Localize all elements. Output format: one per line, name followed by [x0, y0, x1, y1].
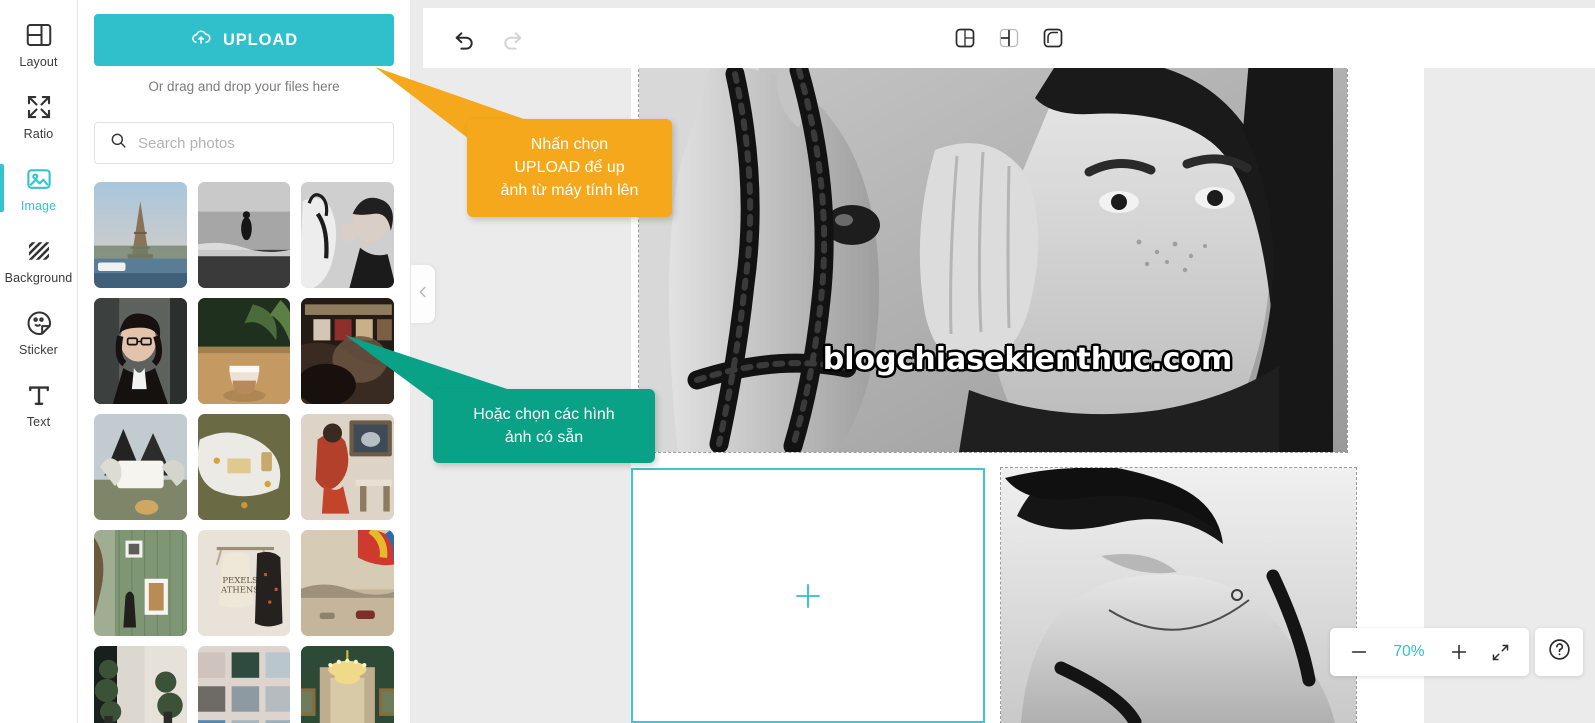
redo-icon[interactable] [497, 23, 527, 53]
list-item[interactable]: PEXELS ATHENS [197, 530, 291, 636]
canvas-toolbar [423, 8, 1595, 68]
list-item[interactable] [94, 298, 187, 404]
photo-slot-bottom-right[interactable] [1000, 467, 1357, 723]
zoom-control: 70% [1330, 628, 1529, 676]
sidebar-item-label: Image [20, 198, 57, 213]
upload-button[interactable]: UPLOAD [94, 14, 394, 66]
zoom-out-button[interactable] [1348, 641, 1370, 663]
sidebar-item-label: Text [26, 414, 51, 429]
search-input[interactable] [138, 134, 379, 152]
photo-slot-top[interactable] [638, 59, 1348, 453]
canvas-area: blogchiasekienthuc.com 70% [411, 0, 1595, 723]
callout-upload-text: Nhấn chọn UPLOAD để up ảnh từ máy tính l… [467, 119, 672, 217]
list-item[interactable] [197, 182, 291, 288]
callout-stock-photos: Hoặc chọn các hình ảnh có sẵn [433, 389, 655, 464]
background-icon [24, 236, 54, 266]
list-item[interactable] [197, 646, 291, 723]
sidebar-item-image[interactable]: Image [0, 152, 78, 224]
inner-border-icon[interactable] [994, 23, 1024, 53]
list-item[interactable] [301, 414, 394, 520]
sticker-icon [24, 308, 54, 338]
plus-icon [791, 579, 825, 613]
undo-icon[interactable] [449, 23, 479, 53]
upload-button-label: UPLOAD [222, 30, 299, 49]
callout-stock-photos-text: Hoặc chọn các hình ảnh có sẵn [433, 389, 655, 464]
cloud-upload-icon [190, 27, 212, 54]
drag-drop-hint: Or drag and drop your files here [148, 79, 340, 94]
text-icon [24, 380, 54, 410]
panel-collapse-handle[interactable] [411, 265, 435, 323]
fullscreen-button[interactable] [1490, 642, 1511, 663]
list-item[interactable] [197, 298, 291, 404]
layout-icon [24, 20, 54, 50]
question-mark-icon [1547, 637, 1572, 667]
sidebar-item-layout[interactable]: Layout [0, 8, 78, 80]
sidebar-item-sticker[interactable]: Sticker [0, 296, 78, 368]
svg-text:PEXELS: PEXELS [222, 575, 258, 585]
zoom-level-label: 70% [1393, 643, 1425, 660]
list-item[interactable] [197, 414, 291, 520]
list-item[interactable] [94, 646, 187, 723]
list-item[interactable] [94, 414, 187, 520]
sidebar-item-text[interactable]: Text [0, 368, 78, 440]
list-item[interactable] [301, 182, 394, 288]
image-editor-app: Layout Ratio Image Background Sticker Te… [0, 0, 1595, 723]
svg-text:ATHENS: ATHENS [220, 585, 259, 595]
image-icon [24, 164, 54, 194]
list-item[interactable] [94, 182, 187, 288]
help-button[interactable] [1535, 628, 1583, 676]
ratio-icon [24, 92, 54, 122]
corner-radius-icon[interactable] [1038, 23, 1068, 53]
border-width-icon[interactable] [950, 23, 980, 53]
sidebar-item-ratio[interactable]: Ratio [0, 80, 78, 152]
list-item[interactable] [301, 646, 394, 723]
zoom-in-button[interactable] [1448, 641, 1470, 663]
search-icon [109, 131, 128, 155]
photo-slot-bottom-left[interactable] [631, 468, 985, 723]
sidebar-item-label: Layout [19, 54, 58, 69]
list-item[interactable] [94, 530, 187, 636]
stock-photo-grid: PEXELS ATHENS [94, 182, 394, 723]
sidebar-item-label: Background [4, 270, 73, 285]
callout-upload: Nhấn chọn UPLOAD để up ảnh từ máy tính l… [467, 119, 672, 217]
chevron-left-icon [415, 284, 431, 305]
sidebar-item-background[interactable]: Background [0, 224, 78, 296]
sidebar-item-label: Sticker [19, 342, 58, 357]
search-photos-field[interactable] [94, 122, 394, 164]
artboard-page: blogchiasekienthuc.com [631, 59, 1424, 723]
image-panel: UPLOAD Or drag and drop your files here [78, 0, 411, 723]
tool-rail: Layout Ratio Image Background Sticker Te… [0, 0, 78, 723]
list-item[interactable] [301, 530, 394, 636]
list-item[interactable] [301, 298, 394, 404]
sidebar-item-label: Ratio [23, 126, 54, 141]
